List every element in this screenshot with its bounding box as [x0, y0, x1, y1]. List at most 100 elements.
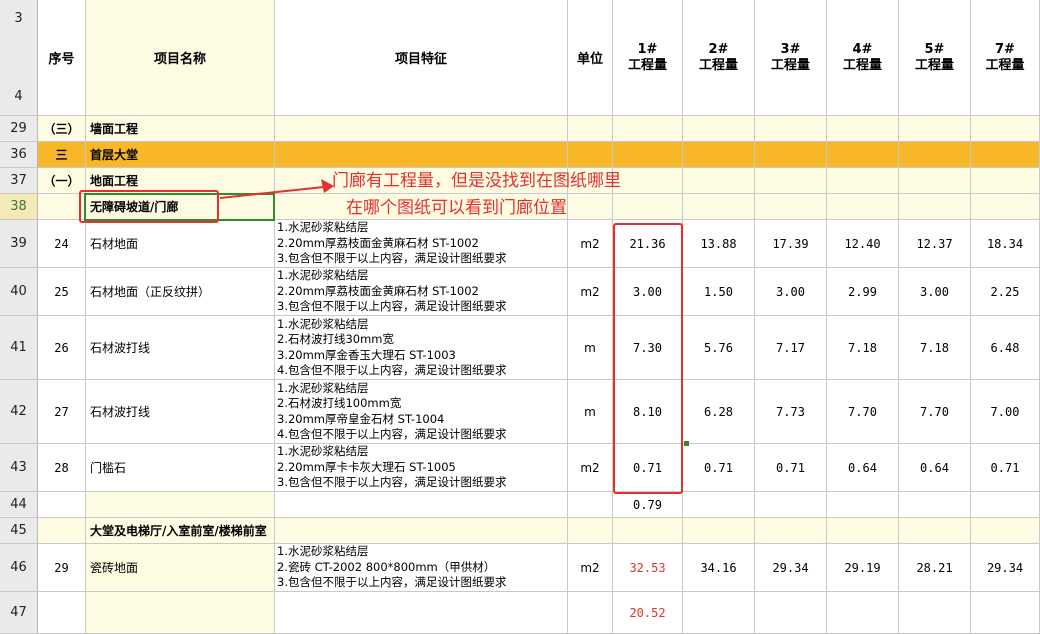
header-qty-1[interactable]: 1# 工程量 [613, 0, 683, 116]
qty-cell[interactable]: 7.73 [755, 380, 827, 444]
qty-cell[interactable] [683, 168, 755, 194]
qty-cell[interactable] [971, 142, 1040, 168]
row-header[interactable]: 36 [0, 142, 38, 168]
row-header[interactable]: 40 [0, 268, 38, 316]
fill-handle[interactable] [684, 441, 689, 446]
qty-cell[interactable] [827, 194, 899, 220]
name-cell[interactable]: 首层大堂 [86, 142, 275, 168]
qty-cell[interactable] [971, 492, 1040, 518]
qty-cell[interactable] [971, 168, 1040, 194]
header-qty-7[interactable]: 7# 工程量 [971, 0, 1040, 116]
feature-cell[interactable] [275, 592, 568, 634]
qty-cell[interactable]: 7.00 [971, 380, 1040, 444]
unit-cell[interactable] [568, 194, 613, 220]
header-seq[interactable]: 序号 [38, 0, 86, 116]
qty-cell[interactable]: 32.53 [613, 544, 683, 592]
seq-cell[interactable] [38, 492, 86, 518]
qty-cell[interactable] [827, 142, 899, 168]
qty-cell[interactable] [971, 592, 1040, 634]
qty-cell[interactable] [899, 116, 971, 142]
feature-cell[interactable]: 1.水泥砂浆粘结层 2.石材波打线100mm宽 3.20mm厚帝皇金石材 ST-… [275, 380, 568, 444]
seq-cell[interactable]: 24 [38, 220, 86, 268]
qty-cell[interactable] [683, 492, 755, 518]
qty-cell[interactable] [971, 194, 1040, 220]
qty-cell[interactable] [755, 116, 827, 142]
qty-cell[interactable]: 0.71 [683, 444, 755, 492]
header-unit[interactable]: 单位 [568, 0, 613, 116]
feature-cell[interactable]: 1.水泥砂浆粘结层 2.20mm厚荔枝面金黄麻石材 ST-1002 3.包含但不… [275, 268, 568, 316]
qty-cell[interactable] [683, 194, 755, 220]
qty-cell[interactable] [683, 592, 755, 634]
row-header[interactable]: 46 [0, 544, 38, 592]
row-header[interactable]: 29 [0, 116, 38, 142]
name-cell[interactable]: 石材地面 [86, 220, 275, 268]
unit-cell[interactable]: m2 [568, 268, 613, 316]
qty-cell[interactable]: 0.64 [899, 444, 971, 492]
qty-cell[interactable] [827, 116, 899, 142]
qty-cell[interactable]: 7.18 [827, 316, 899, 380]
seq-cell[interactable]: 27 [38, 380, 86, 444]
qty-cell[interactable] [755, 168, 827, 194]
unit-cell[interactable]: m2 [568, 544, 613, 592]
qty-cell[interactable]: 20.52 [613, 592, 683, 634]
header-qty-2[interactable]: 2# 工程量 [683, 0, 755, 116]
seq-cell[interactable]: 29 [38, 544, 86, 592]
name-cell[interactable]: 石材地面（正反纹拼） [86, 268, 275, 316]
qty-cell[interactable] [613, 116, 683, 142]
qty-cell[interactable]: 18.34 [971, 220, 1040, 268]
feature-cell[interactable] [275, 142, 568, 168]
qty-cell[interactable]: 7.18 [899, 316, 971, 380]
qty-cell[interactable]: 7.17 [755, 316, 827, 380]
qty-cell[interactable]: 34.16 [683, 544, 755, 592]
name-cell[interactable]: 瓷砖地面 [86, 544, 275, 592]
row-header[interactable]: 45 [0, 518, 38, 544]
qty-cell[interactable] [755, 492, 827, 518]
name-cell[interactable] [86, 592, 275, 634]
qty-cell[interactable]: 3.00 [755, 268, 827, 316]
row-header[interactable]: 37 [0, 168, 38, 194]
qty-cell[interactable] [683, 518, 755, 544]
name-cell[interactable]: 墙面工程 [86, 116, 275, 142]
qty-cell[interactable] [899, 518, 971, 544]
unit-cell[interactable]: m2 [568, 444, 613, 492]
unit-cell[interactable]: m2 [568, 220, 613, 268]
qty-cell[interactable]: 0.64 [827, 444, 899, 492]
unit-cell[interactable]: m [568, 380, 613, 444]
name-cell[interactable]: 大堂及电梯厅/入室前室/楼梯前室 [86, 518, 275, 544]
qty-cell[interactable] [827, 492, 899, 518]
qty-cell[interactable]: 13.88 [683, 220, 755, 268]
qty-cell[interactable] [755, 142, 827, 168]
header-feature[interactable]: 项目特征 [275, 0, 568, 116]
feature-cell[interactable] [275, 492, 568, 518]
name-cell[interactable]: 石材波打线 [86, 380, 275, 444]
qty-cell[interactable]: 12.37 [899, 220, 971, 268]
name-cell[interactable] [86, 492, 275, 518]
unit-cell[interactable] [568, 142, 613, 168]
seq-cell[interactable]: 26 [38, 316, 86, 380]
row-header[interactable]: 47 [0, 592, 38, 634]
qty-cell[interactable]: 2.99 [827, 268, 899, 316]
unit-cell[interactable] [568, 518, 613, 544]
qty-cell[interactable]: 1.50 [683, 268, 755, 316]
row-header[interactable]: 44 [0, 492, 38, 518]
seq-cell[interactable]: 三 [38, 142, 86, 168]
unit-cell[interactable] [568, 116, 613, 142]
header-name[interactable]: 项目名称 [86, 0, 275, 116]
qty-cell[interactable] [899, 142, 971, 168]
qty-cell[interactable]: 0.79 [613, 492, 683, 518]
qty-cell[interactable]: 7.70 [899, 380, 971, 444]
seq-cell[interactable] [38, 518, 86, 544]
unit-cell[interactable] [568, 492, 613, 518]
feature-cell[interactable]: 1.水泥砂浆粘结层 2.20mm厚卡卡灰大理石 ST-1005 3.包含但不限于… [275, 444, 568, 492]
feature-cell[interactable]: 1.水泥砂浆粘结层 2.瓷砖 CT-2002 800*800mm（甲供材） 3.… [275, 544, 568, 592]
seq-cell[interactable] [38, 592, 86, 634]
header-qty-3[interactable]: 3# 工程量 [755, 0, 827, 116]
qty-cell[interactable] [899, 168, 971, 194]
seq-cell[interactable]: 25 [38, 268, 86, 316]
qty-cell[interactable] [971, 116, 1040, 142]
qty-cell[interactable]: 6.28 [683, 380, 755, 444]
qty-cell[interactable]: 29.34 [971, 544, 1040, 592]
header-qty-5[interactable]: 5# 工程量 [899, 0, 971, 116]
qty-cell[interactable]: 29.19 [827, 544, 899, 592]
qty-cell[interactable] [899, 592, 971, 634]
